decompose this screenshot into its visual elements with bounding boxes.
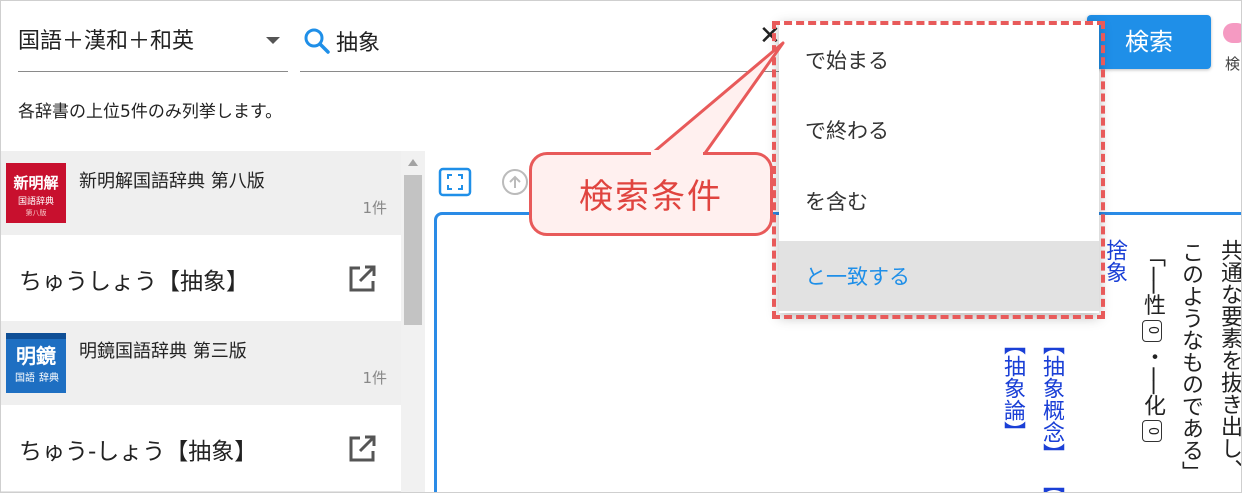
- accent-mark: 0: [1142, 420, 1162, 442]
- toggle-label: 検: [1225, 55, 1241, 73]
- definition-text: 共通な要素を抜き出し、: [1217, 239, 1242, 481]
- dictionary-group-header: 新明解 国語辞典 第八版 新明解国語辞典 第八版 1件: [1, 151, 401, 235]
- dictionary-select-value: 国語＋漢和＋和英: [18, 29, 195, 54]
- cover-title: 明鏡: [16, 344, 56, 368]
- callout-label: 検索条件: [579, 177, 723, 217]
- result-list-scrollbar[interactable]: [401, 151, 425, 492]
- search-input[interactable]: 抽象: [336, 25, 380, 57]
- compound-word-link[interactable]: 【抽象論】: [1000, 333, 1025, 443]
- cover-edition: 辞典: [39, 371, 59, 384]
- annotation-callout: 検索条件: [529, 152, 773, 236]
- scroll-thumb[interactable]: [404, 175, 422, 325]
- dictionary-cover-image: 明鏡 国語 辞典: [6, 333, 66, 393]
- dictionary-group-header: 明鏡 国語 辞典 明鏡国語辞典 第三版 1件: [1, 321, 401, 405]
- result-limit-hint: 各辞書の上位5件のみ列挙します。: [18, 102, 283, 122]
- fit-screen-icon[interactable]: [438, 167, 472, 197]
- search-field[interactable]: 抽象 ✕: [300, 19, 785, 72]
- accent-mark: 0: [1142, 319, 1162, 342]
- scroll-top-icon[interactable]: [500, 167, 530, 197]
- entry-title[interactable]: ちゅうしょう【抽象】: [19, 262, 249, 296]
- entry-title[interactable]: ちゅう-しょう【抽象】: [19, 432, 257, 466]
- related-word-link[interactable]: 捨象: [1102, 239, 1127, 283]
- search-toggle[interactable]: [1223, 23, 1241, 43]
- compound-word-link[interactable]: 【抽: [1039, 473, 1064, 492]
- callout-seam: [651, 150, 703, 158]
- open-in-new-icon[interactable]: [346, 433, 378, 465]
- cover-subtitle: 国語: [15, 371, 35, 384]
- app-frame: 国語＋漢和＋和英 抽象 ✕ 検索 検 各辞書の上位5件のみ列挙します。 新明解 …: [0, 0, 1242, 493]
- dictionary-name: 新明解国語辞典 第八版: [79, 171, 265, 192]
- derivative-forms: 「──性 0 ・──化 0: [1140, 245, 1165, 446]
- result-entry[interactable]: ちゅうしょう【抽象】: [1, 235, 401, 322]
- derivative-form: ・──化: [1140, 345, 1165, 417]
- cover-title: 新明解: [13, 174, 58, 192]
- dictionary-select[interactable]: 国語＋漢和＋和英: [18, 19, 288, 72]
- open-in-new-icon[interactable]: [346, 263, 378, 295]
- result-entry[interactable]: ちゅう-しょう【抽象】: [1, 405, 401, 492]
- cover-subtitle: 国語辞典: [18, 195, 54, 207]
- annotation-highlight-box: [772, 21, 1105, 319]
- result-count: 1件: [362, 199, 387, 217]
- scroll-up-arrow-icon[interactable]: [408, 159, 418, 166]
- search-icon: [304, 28, 330, 54]
- definition-text: このようなものである」: [1178, 241, 1203, 483]
- dictionary-cover-image: 新明解 国語辞典 第八版: [6, 163, 66, 223]
- derivative-form: 「──性: [1140, 245, 1165, 316]
- cover-edition: 第八版: [26, 208, 47, 217]
- compound-word-link[interactable]: 【抽象概念】: [1039, 333, 1064, 465]
- dictionary-name: 明鏡国語辞典 第三版: [79, 341, 247, 362]
- result-list: 新明解 国語辞典 第八版 新明解国語辞典 第八版 1件 ちゅうしょう【抽象】 明…: [1, 151, 401, 492]
- result-count: 1件: [362, 369, 387, 387]
- chevron-down-icon[interactable]: [266, 37, 280, 44]
- search-button[interactable]: 検索: [1087, 15, 1211, 69]
